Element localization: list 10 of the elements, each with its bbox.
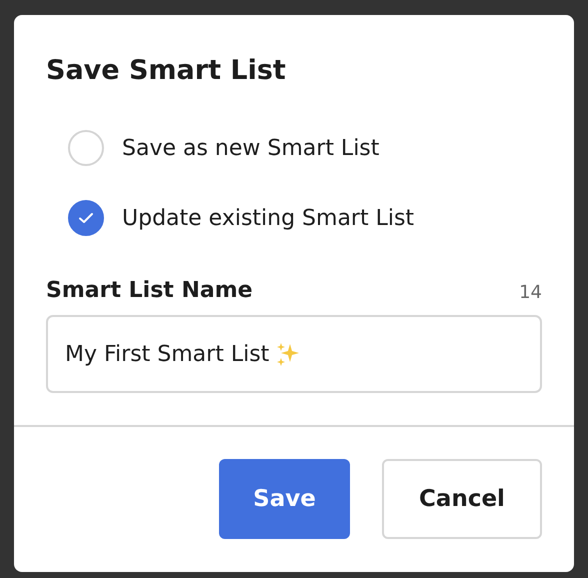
option-label: Update existing Smart List <box>122 206 414 230</box>
check-icon <box>78 212 94 224</box>
option-label: Save as new Smart List <box>122 136 380 160</box>
save-button[interactable]: Save <box>219 459 350 539</box>
character-counter: 14 <box>519 282 542 303</box>
field-label: Smart List Name <box>46 278 253 303</box>
name-input-field[interactable]: My First Smart List <box>46 315 542 393</box>
radio-button[interactable] <box>68 200 104 236</box>
cancel-button[interactable]: Cancel <box>382 459 542 539</box>
dialog-title: Save Smart List <box>46 54 287 88</box>
